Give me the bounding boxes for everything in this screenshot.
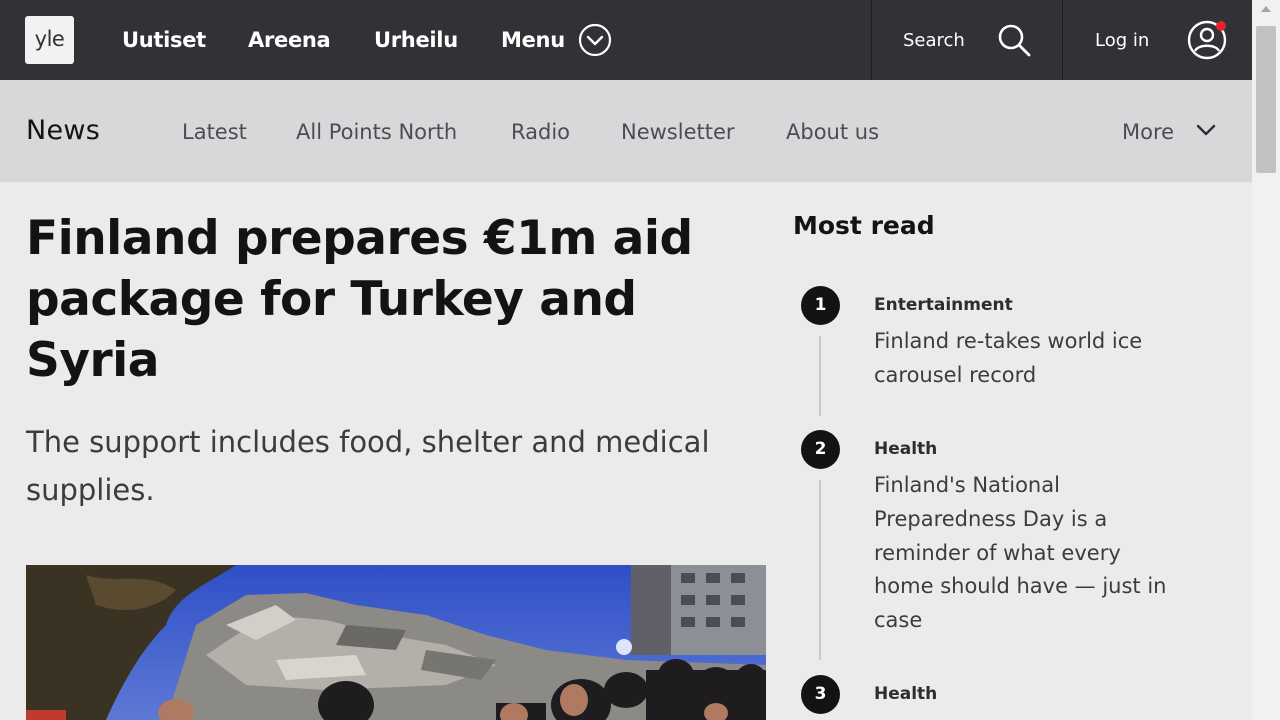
subnav-all-points-north[interactable]: All Points North [296, 118, 457, 146]
scrollbar-thumb[interactable] [1256, 26, 1276, 173]
topbar-divider [1062, 0, 1063, 80]
article-headline: Finland prepares €1m aid package for Tur… [26, 211, 693, 388]
subnav-about-us[interactable]: About us [786, 118, 879, 146]
most-read-title: Most read [793, 211, 935, 240]
subnav-radio[interactable]: Radio [511, 118, 570, 146]
most-read-category[interactable]: Health [874, 437, 937, 461]
section-navigation: News Latest All Points North Radio Newsl… [0, 80, 1252, 182]
nav-uutiset[interactable]: Uutiset [122, 26, 206, 54]
most-read-link[interactable]: Finland re-takes world ice carousel reco… [874, 325, 1194, 393]
scroll-up-arrow-icon[interactable] [1261, 6, 1271, 12]
menu-button[interactable]: Menu [501, 26, 565, 54]
article-photo[interactable] [26, 565, 766, 720]
chevron-down-icon[interactable] [1196, 122, 1216, 138]
most-read-category[interactable]: Entertainment [874, 293, 1013, 317]
yle-logo[interactable]: yle [25, 16, 74, 64]
top-navigation-bar: yle Uutiset Areena Urheilu Menu Search L… [0, 0, 1252, 80]
rank-badge: 2 [801, 430, 840, 469]
login-button[interactable]: Log in [1095, 28, 1149, 54]
search-button[interactable]: Search [903, 28, 965, 54]
subnav-more-button[interactable]: More [1122, 118, 1174, 146]
subnav-latest[interactable]: Latest [182, 118, 247, 146]
topbar-divider [871, 0, 872, 80]
nav-areena[interactable]: Areena [248, 26, 331, 54]
subnav-newsletter[interactable]: Newsletter [621, 118, 735, 146]
most-read-link[interactable]: Finland's National Preparedness Day is a… [874, 469, 1174, 638]
rank-connector-line [819, 336, 821, 416]
nav-urheilu[interactable]: Urheilu [374, 26, 458, 54]
rank-badge: 1 [801, 286, 840, 325]
rank-connector-line [819, 480, 821, 660]
notification-dot [1216, 21, 1226, 31]
rank-badge: 3 [801, 675, 840, 714]
article-lead: The support includes food, shelter and m… [26, 425, 710, 507]
most-read-category[interactable]: Health [874, 682, 937, 706]
user-circle-icon[interactable] [1186, 19, 1228, 61]
chevron-down-circle-icon[interactable] [578, 23, 612, 57]
section-title[interactable]: News [26, 114, 100, 148]
search-icon[interactable] [996, 22, 1032, 58]
